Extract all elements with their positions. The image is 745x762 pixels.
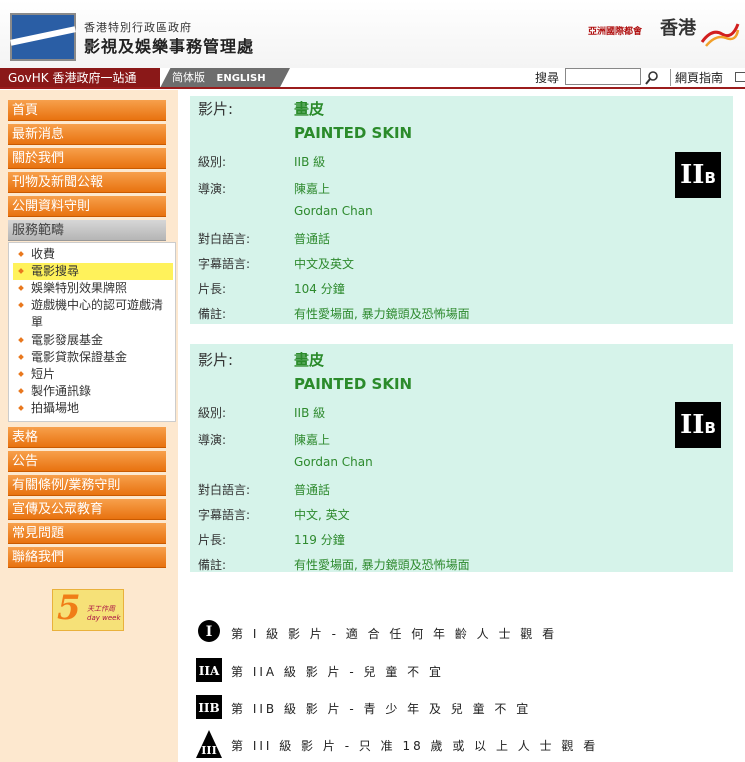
director-zh: 陳嘉上 [294,433,331,447]
sidebar-item-access-info[interactable]: 公開資料守則 [8,196,166,217]
svg-text:IIB: IIB [198,701,219,715]
rating-i-icon: I [198,620,220,642]
subtitle-label: 字幕語言: [198,508,251,522]
svg-text:III: III [201,744,216,757]
sidebar-item-ordinances[interactable]: 有關條例/業務守則 [8,475,166,496]
film-title-en: PAINTED SKIN [294,375,413,393]
sidebar-item-news[interactable]: 最新消息 [8,124,166,145]
sidebar-item-services[interactable]: 服務範疇 [8,220,166,241]
film-record: 影片: 畫皮 PAINTED SKIN 級別: IIB 級 導演: 陳嘉上 Go… [190,96,733,324]
mail-icon[interactable] [735,72,745,82]
english-link[interactable]: ENGLISH [217,73,266,84]
film-title-zh: 畫皮 [294,100,325,118]
govhk-link[interactable]: GovHK 香港政府一站通 [0,68,160,88]
dialogue-value: 普通話 [294,232,331,246]
length-label: 片長: [198,533,227,547]
svg-text:IIA: IIA [199,664,220,678]
fso-logo[interactable] [10,13,76,61]
dialogue-label: 對白語言: [198,232,251,246]
sitemap-link[interactable]: 網頁指南 [670,69,723,86]
five-day-week-badge[interactable]: 5 天工作周 day week [52,588,124,631]
sub-item-film-search[interactable]: 電影搜尋 [13,263,173,280]
sub-item-film-fund[interactable]: 電影發展基金 [18,332,169,349]
asia-world-city-text: 亞洲國際都會 [588,27,643,37]
language-switch: 简体版 ENGLISH [160,68,290,88]
film-record: 影片: 畫皮 PAINTED SKIN 級別: IIB 級 導演: 陳嘉上 Go… [190,344,733,572]
director-label: 導演: [198,433,227,447]
badge-text: 天工作周 day week [87,605,121,622]
sub-item-amusement-games[interactable]: 遊戲機中心的認可遊戲清單 [18,297,169,331]
rating-value: IIB 級 [294,406,326,420]
sub-item-short-film[interactable]: 短片 [18,366,169,383]
remarks-value: 有性愛場面, 暴力鏡頭及恐怖場面 [294,307,470,321]
sub-item-directory[interactable]: 製作通訊錄 [18,383,169,400]
length-value: 104 分鐘 [294,282,345,296]
rating-iia-icon: IIA [196,658,222,682]
dept-name: 影視及娛樂事務管理處 [84,37,255,56]
simplified-chinese-link[interactable]: 简体版 [172,71,205,84]
remarks-value: 有性愛場面, 暴力鏡頭及恐怖場面 [294,558,470,572]
site-header: 香港特別行政區政府 影視及娛樂事務管理處 亞洲國際都會 香港 [0,0,745,68]
director-zh: 陳嘉上 [294,182,331,196]
length-label: 片長: [198,282,227,296]
sidebar-item-about[interactable]: 關於我們 [8,148,166,169]
rating-value: IIB 級 [294,155,326,169]
top-nav-bar: GovHK 香港政府一站通 简体版 ENGLISH 搜尋 網頁指南 [0,68,745,89]
rating-iib-icon: IIB [675,402,721,448]
sidebar-item-forms[interactable]: 表格 [8,427,166,448]
search-icon[interactable] [644,70,660,86]
search-input[interactable] [565,68,641,85]
subtitle-value: 中文及英文 [294,257,355,271]
sidebar-item-education[interactable]: 宣傳及公眾教育 [8,499,166,520]
director-en: Gordan Chan [294,204,373,218]
film-label: 影片: [198,100,234,118]
film-title-en: PAINTED SKIN [294,124,413,142]
director-en: Gordan Chan [294,455,373,469]
remarks-label: 備註: [198,558,227,572]
sidebar-item-publications[interactable]: 刊物及新聞公報 [8,172,166,193]
dialogue-label: 對白語言: [198,483,251,497]
legend-iia-text: 第 IIA 級 影 片 - 兒 童 不 宜 [231,665,444,679]
badge-number: 5 [57,588,81,628]
sub-item-special-effects[interactable]: 娛樂特別效果牌照 [18,280,169,297]
subtitle-label: 字幕語言: [198,257,251,271]
rating-iib-icon: IIB [196,695,222,719]
hong-kong-brand-text: 香港 [660,18,696,39]
legend-i-text: 第 I 級 影 片 - 適 合 任 何 年 齡 人 士 觀 看 [231,627,558,641]
rating-iii-icon: III [196,730,222,758]
sidebar-item-home[interactable]: 首頁 [8,100,166,121]
film-label: 影片: [198,351,234,369]
subtitle-value: 中文, 英文 [294,508,350,522]
nav-divider [0,87,745,89]
director-label: 導演: [198,182,227,196]
rating-label: 級別: [198,155,227,169]
sub-item-fees[interactable]: 收費 [18,246,169,263]
sidebar-item-faq[interactable]: 常見問題 [8,523,166,544]
sidebar-item-notices[interactable]: 公告 [8,451,166,472]
remarks-label: 備註: [198,307,227,321]
film-title-zh: 畫皮 [294,351,325,369]
sidebar: 首頁 最新消息 關於我們 刊物及新聞公報 公開資料守則 服務範疇 收費 電影搜尋… [0,90,178,762]
sidebar-item-contact[interactable]: 聯絡我們 [8,547,166,568]
legend-iii-text: 第 III 級 影 片 - 只 准 18 歲 或 以 上 人 士 觀 看 [231,739,599,753]
flying-dragon-icon [700,23,740,47]
rating-iib-icon: IIB [675,152,721,198]
legend-iib-text: 第 IIB 級 影 片 - 青 少 年 及 兒 童 不 宜 [231,702,532,716]
rating-label: 級別: [198,406,227,420]
svg-text:I: I [206,624,213,640]
length-value: 119 分鐘 [294,533,345,547]
search-label: 搜尋 [535,71,560,85]
services-submenu: 收費 電影搜尋 娛樂特別效果牌照 遊戲機中心的認可遊戲清單 電影發展基金 電影貸… [8,242,176,422]
sub-item-loan-guarantee[interactable]: 電影貸款保證基金 [18,349,169,366]
sub-item-locations[interactable]: 拍攝場地 [18,400,169,417]
dialogue-value: 普通話 [294,483,331,497]
